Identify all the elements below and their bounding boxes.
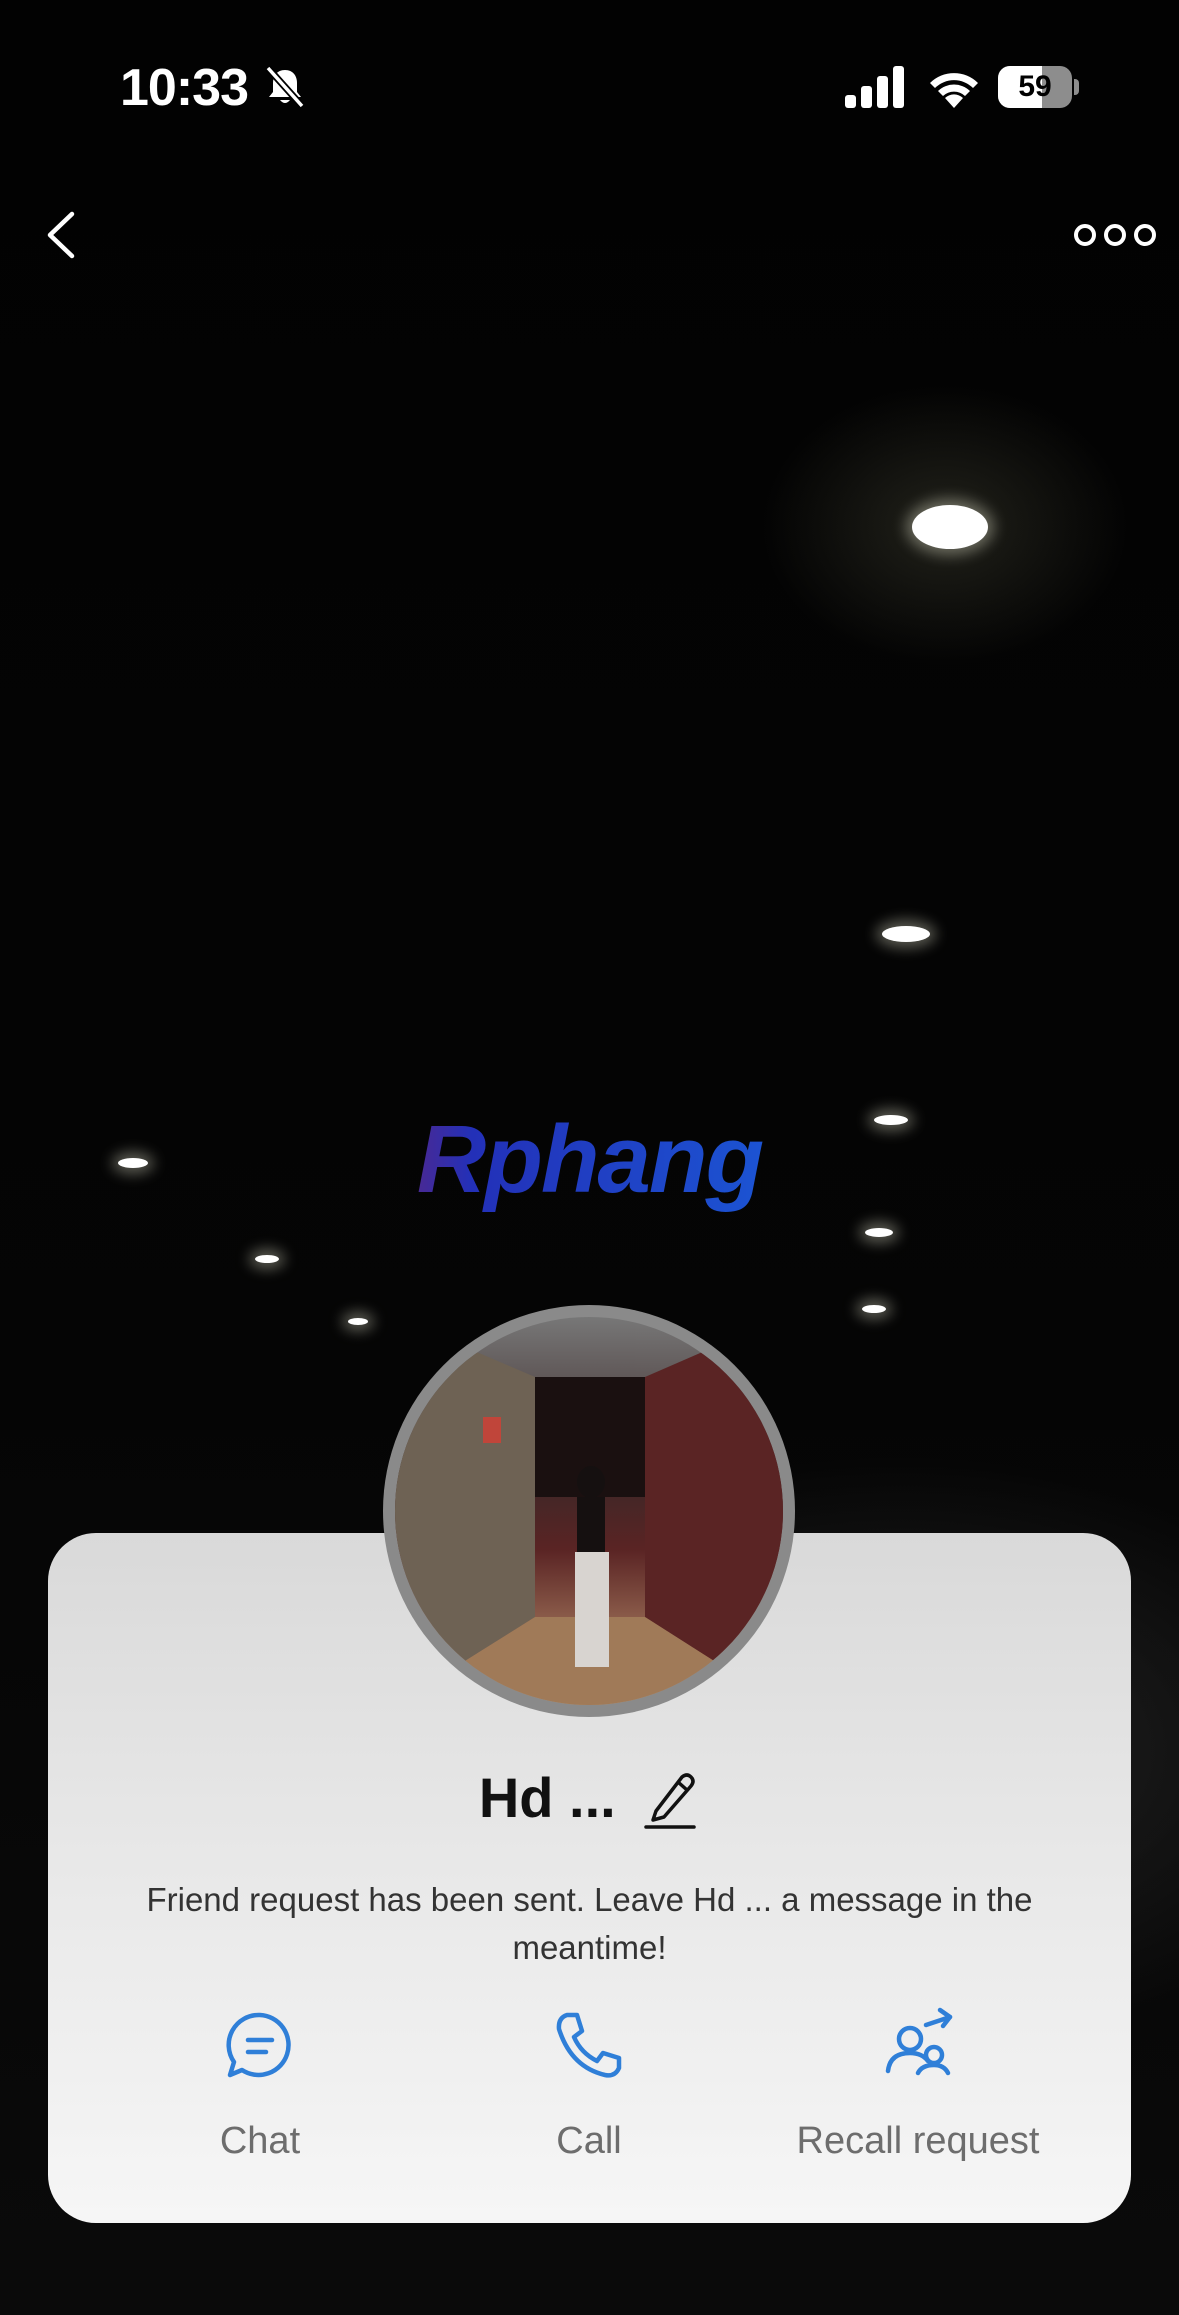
ceiling-light	[865, 1228, 893, 1237]
silent-bell-icon	[265, 65, 305, 109]
ceiling-light	[862, 1305, 886, 1313]
status-time: 10:33	[120, 59, 249, 117]
recall-request-icon	[885, 2007, 953, 2076]
recall-request-button[interactable]: Recall request	[768, 2005, 1068, 2163]
ceiling-light	[348, 1318, 368, 1325]
chat-button[interactable]: Chat	[110, 2005, 410, 2163]
chat-label: Chat	[219, 2120, 301, 2162]
more-options-icon[interactable]	[1070, 210, 1160, 260]
avatar-photo	[395, 1317, 783, 1705]
recall-request-label: Recall request	[796, 2120, 1040, 2162]
ceiling-light	[882, 926, 930, 942]
back-chevron-icon[interactable]	[30, 200, 100, 270]
edit-pencil-icon[interactable]	[642, 1767, 700, 1829]
ceiling-light	[912, 505, 988, 549]
phone-icon	[556, 2012, 622, 2078]
call-button[interactable]: Call	[439, 2005, 739, 2163]
profile-name-row: Hd ...	[0, 1765, 1179, 1845]
avatar[interactable]	[383, 1305, 795, 1717]
cellular-signal-icon	[845, 66, 904, 108]
friend-request-message: Friend request has been sent. Leave Hd .…	[146, 1881, 1033, 1966]
battery-percent: 59	[1018, 70, 1052, 103]
chat-bubble-icon	[226, 2012, 291, 2078]
profile-name: Hd ...	[478, 1766, 616, 1829]
call-label: Call	[556, 2120, 622, 2162]
status-bar: 10:33 59	[0, 0, 1179, 175]
battery-indicator: 59	[998, 66, 1080, 108]
ceiling-light	[255, 1255, 279, 1263]
wifi-icon	[930, 73, 978, 108]
watermark-logo: Rphang	[0, 1105, 1179, 1215]
